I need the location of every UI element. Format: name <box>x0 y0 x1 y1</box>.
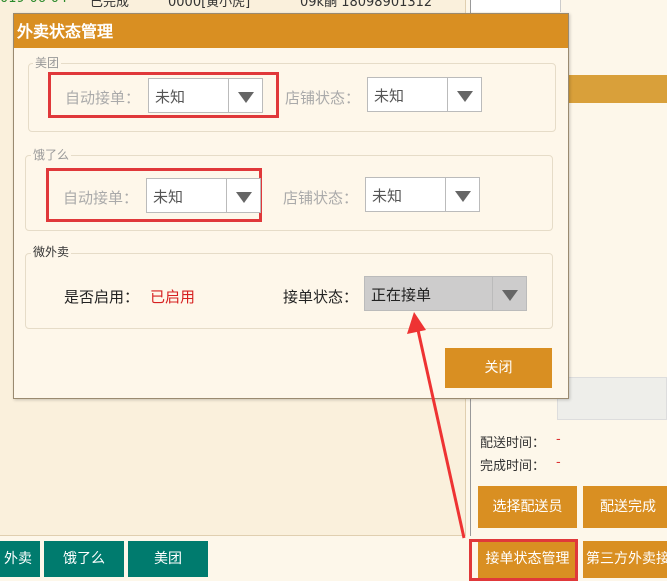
annotation-arrow <box>407 312 466 539</box>
arrow-line <box>416 329 466 539</box>
arrow-head <box>407 312 426 334</box>
